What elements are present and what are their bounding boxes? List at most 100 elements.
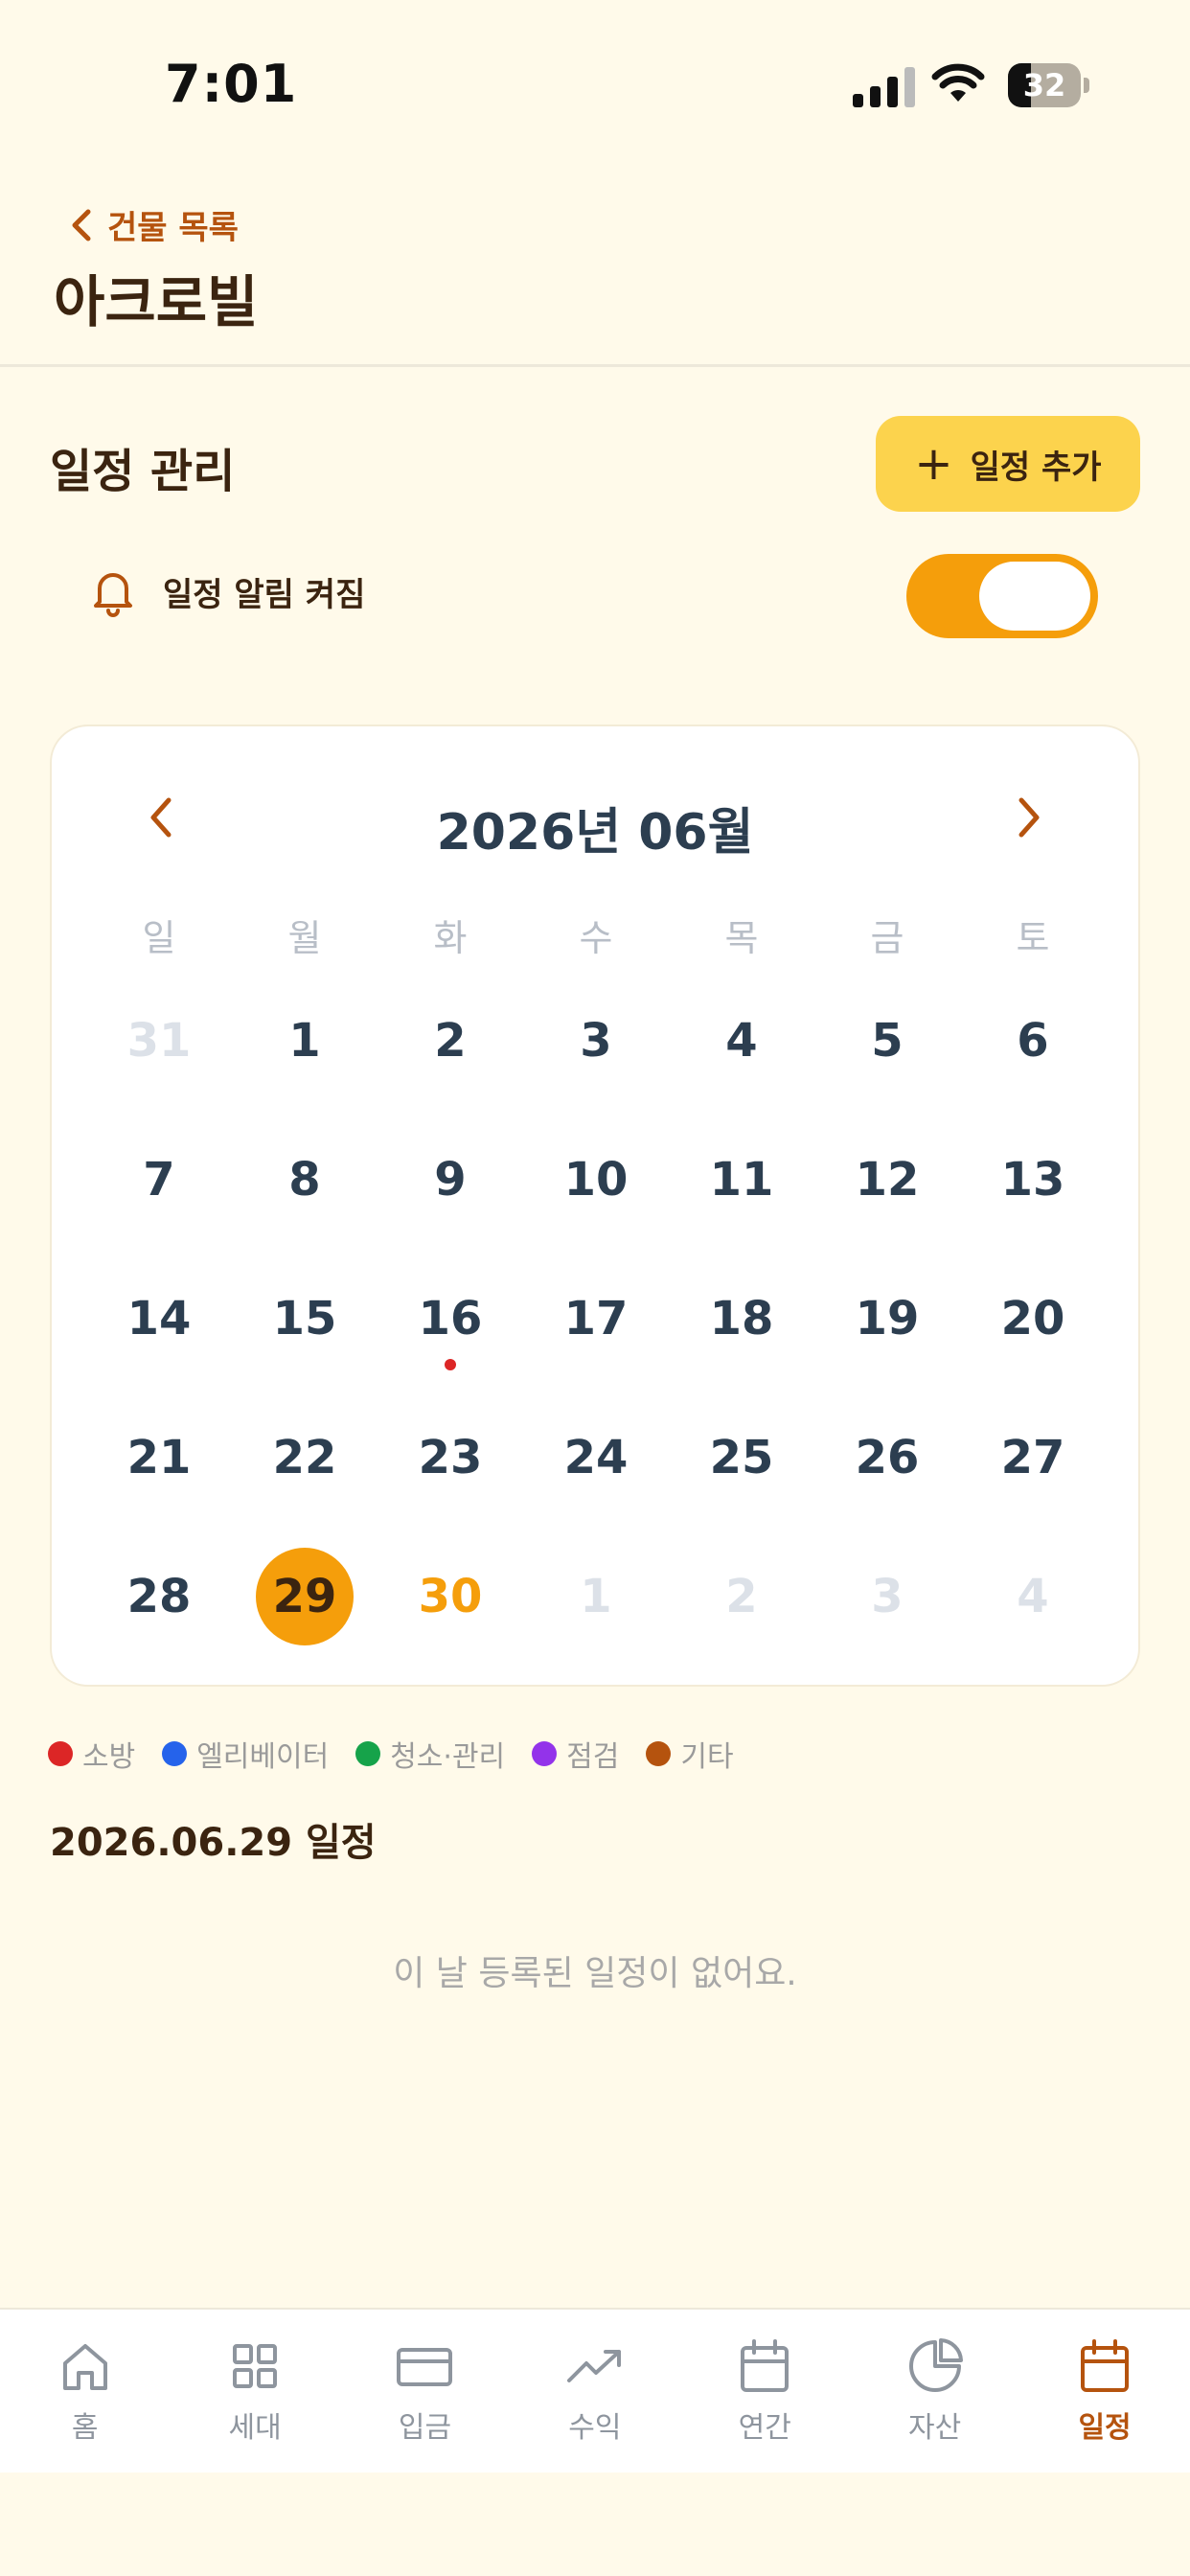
next-month-button[interactable]: [996, 784, 1064, 851]
calendar-day[interactable]: 6: [960, 983, 1106, 1098]
calendar-day[interactable]: 4: [960, 1539, 1106, 1654]
status-time: 7:01: [165, 54, 298, 114]
back-to-building-list-link[interactable]: 건물 목록: [67, 201, 239, 248]
trending-up-icon: [566, 2350, 621, 2382]
day-number: 5: [871, 1014, 904, 1068]
calendar-day[interactable]: 25: [669, 1400, 814, 1515]
day-number: 12: [855, 1153, 920, 1207]
alarm-toggle[interactable]: [906, 554, 1098, 638]
calendar-day[interactable]: 23: [378, 1400, 523, 1515]
legend-color-dot: [162, 1741, 188, 1766]
back-link-label: 건물 목록: [107, 209, 239, 247]
tab-label: 연간: [738, 2411, 791, 2445]
day-number: 2: [434, 1014, 467, 1068]
legend-item: 엘리베이터: [162, 1733, 329, 1775]
day-number: 6: [1017, 1014, 1049, 1068]
calendar-day[interactable]: 17: [523, 1261, 669, 1376]
tab-0[interactable]: 홈: [0, 2310, 170, 2474]
tab-label: 입금: [398, 2411, 452, 2445]
tab-6[interactable]: 일정: [1019, 2310, 1189, 2474]
wifi-icon: [931, 63, 985, 102]
calendar-day[interactable]: 28: [86, 1539, 232, 1654]
legend-label: 청소·관리: [390, 1740, 506, 1774]
calendar-day[interactable]: 5: [814, 983, 960, 1098]
calendar-day[interactable]: 18: [669, 1261, 814, 1376]
tab-label: 자산: [908, 2411, 962, 2445]
calendar-day[interactable]: 27: [960, 1400, 1106, 1515]
weekday-label: 월: [287, 917, 322, 959]
calendar-day[interactable]: 22: [232, 1400, 378, 1515]
chevron-left-icon: [72, 209, 91, 241]
calendar-day[interactable]: 15: [232, 1261, 378, 1376]
plus-icon: +: [914, 437, 953, 491]
calendar-day[interactable]: 12: [814, 1122, 960, 1237]
calendar-day[interactable]: 16: [378, 1261, 523, 1376]
calendar-day[interactable]: 2: [669, 1539, 814, 1654]
calendar-day[interactable]: 3: [523, 983, 669, 1098]
category-legend: 소방 엘리베이터 청소·관리 점검 기타: [48, 1733, 761, 1775]
calendar-day[interactable]: 7: [86, 1122, 232, 1237]
home-icon: [62, 2344, 107, 2390]
weekday-label: 화: [433, 917, 468, 959]
battery-icon: 32: [1008, 63, 1089, 107]
calendar-day[interactable]: 11: [669, 1122, 814, 1237]
day-number: 30: [418, 1570, 483, 1623]
day-number: 28: [126, 1570, 192, 1623]
chevron-right-icon: [1018, 797, 1040, 838]
legend-color-dot: [532, 1741, 558, 1766]
calendar-day[interactable]: 9: [378, 1122, 523, 1237]
calendar-day[interactable]: 1: [523, 1539, 669, 1654]
add-schedule-button[interactable]: + 일정 추가: [876, 416, 1140, 512]
tab-1[interactable]: 세대: [170, 2310, 339, 2474]
calendar-day[interactable]: 19: [814, 1261, 960, 1376]
day-number: 16: [418, 1292, 483, 1346]
legend-item: 점검: [532, 1733, 619, 1775]
day-number: 3: [871, 1570, 904, 1623]
legend-item: 기타: [646, 1733, 734, 1775]
day-number: 20: [1000, 1292, 1065, 1346]
tab-3[interactable]: 수익: [510, 2310, 679, 2474]
calendar-day[interactable]: 26: [814, 1400, 960, 1515]
calendar-day[interactable]: 20: [960, 1261, 1106, 1376]
legend-label: 소방: [82, 1740, 136, 1774]
calendar-day[interactable]: 13: [960, 1122, 1106, 1237]
pie-chart-icon: [908, 2338, 963, 2392]
calendar-day-selected[interactable]: 29: [232, 1539, 378, 1654]
calendar-day[interactable]: 31: [86, 983, 232, 1098]
calendar-day[interactable]: 8: [232, 1122, 378, 1237]
weekday-label: 수: [579, 917, 613, 959]
calendar-day[interactable]: 14: [86, 1261, 232, 1376]
day-number: 9: [434, 1153, 467, 1207]
legend-label: 엘리베이터: [196, 1740, 330, 1774]
empty-schedule-message: 이 날 등록된 일정이 없어요.: [393, 1954, 797, 1993]
bell-icon: [94, 573, 132, 617]
day-number: 21: [126, 1431, 192, 1484]
tab-2[interactable]: 입금: [340, 2310, 510, 2474]
day-number: 10: [563, 1153, 629, 1207]
day-number: 22: [272, 1431, 337, 1484]
calendar-day-today[interactable]: 30: [378, 1539, 523, 1654]
tab-label: 일정: [1078, 2411, 1132, 2445]
legend-color-dot: [646, 1741, 672, 1766]
tab-4[interactable]: 연간: [680, 2310, 850, 2474]
alarm-label: 일정 알림 켜짐: [163, 575, 366, 614]
event-dot-indicator: [445, 1359, 456, 1370]
status-bar: 7:01 32: [0, 0, 1190, 172]
calendar-day[interactable]: 1: [232, 983, 378, 1098]
day-number: 4: [725, 1014, 758, 1068]
day-number: 13: [1000, 1153, 1065, 1207]
calendar-day[interactable]: 3: [814, 1539, 960, 1654]
calendar-day[interactable]: 21: [86, 1400, 232, 1515]
tab-5[interactable]: 자산: [850, 2310, 1019, 2474]
grid-icon: [233, 2344, 278, 2388]
day-number: 2: [725, 1570, 758, 1623]
day-number: 23: [418, 1431, 483, 1484]
cellular-signal-icon: [853, 65, 916, 107]
calendar-day[interactable]: 2: [378, 983, 523, 1098]
day-number: 4: [1017, 1570, 1049, 1623]
calendar-day[interactable]: 4: [669, 983, 814, 1098]
calendar-day[interactable]: 24: [523, 1400, 669, 1515]
day-number: 17: [563, 1292, 629, 1346]
toggle-knob: [979, 562, 1090, 631]
calendar-day[interactable]: 10: [523, 1122, 669, 1237]
